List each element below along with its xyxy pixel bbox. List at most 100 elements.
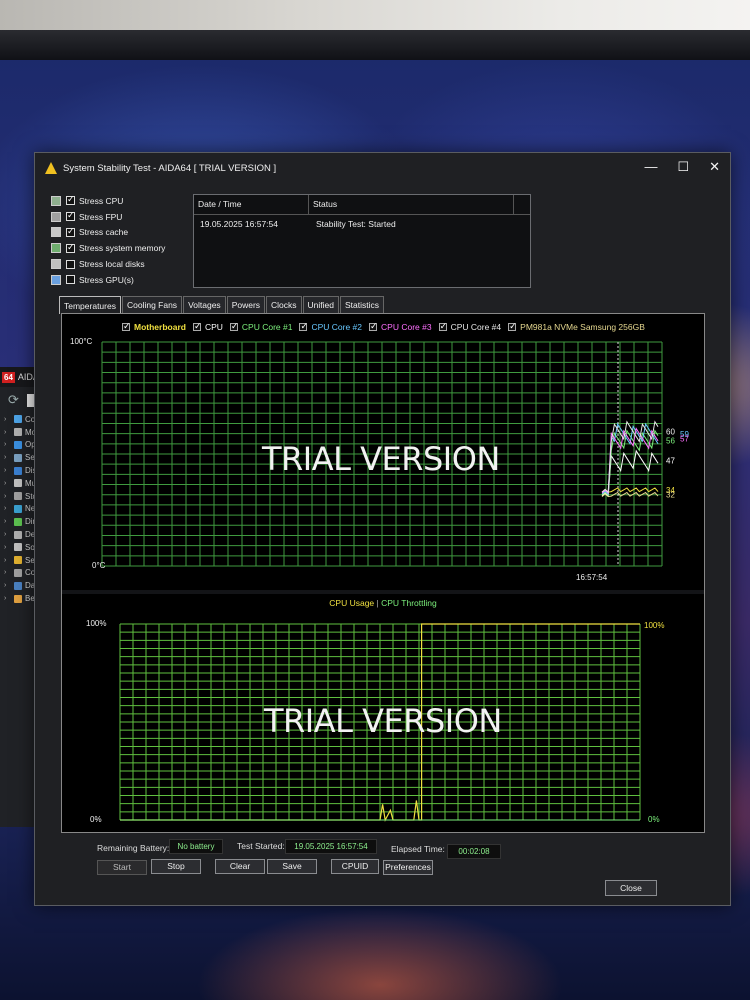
aida64-logo: 64: [2, 371, 15, 383]
temp-value-label: 57: [680, 434, 689, 443]
cpuid-button[interactable]: CPUID: [331, 859, 379, 874]
chevron-right-icon[interactable]: ›: [4, 595, 14, 602]
tab-clocks[interactable]: Clocks: [266, 296, 302, 314]
log-row: 19.05.2025 16:57:54 Stability Test: Star…: [194, 215, 530, 233]
stress-checkbox[interactable]: [66, 210, 75, 222]
tree-item-icon: [14, 466, 22, 475]
graph-panel: MotherboardCPUCPU Core #1CPU Core #2CPU …: [61, 313, 705, 833]
tree-item-icon: [14, 504, 22, 513]
status-bar: Remaining Battery: No battery Test Start…: [97, 839, 697, 859]
log-col-status[interactable]: Status: [309, 195, 514, 214]
tree-item-icon: [14, 479, 22, 488]
chevron-right-icon[interactable]: ›: [4, 429, 14, 436]
tab-unified[interactable]: Unified: [302, 296, 340, 314]
clear-button[interactable]: Clear: [215, 859, 265, 874]
chevron-right-icon[interactable]: ›: [4, 441, 14, 448]
tree-item-icon: [14, 568, 22, 577]
battery-value: No battery: [169, 839, 223, 854]
chevron-right-icon[interactable]: ›: [4, 493, 14, 500]
tree-item-icon: [14, 428, 22, 437]
test-started-label: Test Started:: [237, 841, 285, 851]
trial-watermark-cpu: TRIAL VERSION: [264, 702, 502, 740]
tab-voltages[interactable]: Voltages: [183, 296, 226, 314]
stress-options: Stress CPU Stress FPU Stress cache Stress s…: [51, 193, 165, 288]
chevron-right-icon[interactable]: ›: [4, 518, 14, 525]
tab-powers[interactable]: Powers: [226, 296, 266, 314]
tree-item-icon: [14, 415, 22, 424]
chevron-right-icon[interactable]: ›: [4, 505, 14, 512]
stress-checkbox[interactable]: [66, 242, 75, 253]
stress-checkbox[interactable]: [66, 226, 75, 237]
temp-series-line: [601, 487, 659, 493]
stress-option-label: Stress FPU: [79, 211, 123, 222]
chevron-right-icon[interactable]: ›: [4, 582, 14, 589]
stop-button[interactable]: Stop: [151, 859, 201, 874]
stress-checkbox[interactable]: [66, 259, 75, 269]
tab-statistics[interactable]: Statistics: [340, 296, 385, 314]
tree-item-icon: [14, 492, 22, 501]
preferences-button[interactable]: Preferences: [383, 860, 433, 875]
temp-value-label: 47: [666, 457, 675, 466]
cpu-usage-chart: CPU Usage | CPU Throttling 100% 0% 100% 0% …: [62, 594, 704, 832]
close-button[interactable]: Close: [605, 880, 657, 896]
tab-temperatures[interactable]: Temperatures: [59, 296, 121, 314]
chevron-right-icon[interactable]: ›: [4, 557, 14, 564]
disk-icon: [51, 259, 61, 270]
start-button[interactable]: Start: [97, 860, 147, 875]
stress-option-label: Stress local disks: [79, 259, 145, 270]
fpu-icon: [51, 211, 61, 222]
maximize-button[interactable]: ☐: [677, 159, 689, 175]
log-col-datetime[interactable]: Date / Time: [194, 195, 309, 214]
stress-option[interactable]: Stress local disks: [51, 256, 165, 272]
temp-series-line: [601, 420, 659, 494]
save-button[interactable]: Save: [267, 859, 317, 874]
chevron-right-icon[interactable]: ›: [4, 480, 14, 487]
chevron-right-icon[interactable]: ›: [4, 531, 14, 538]
close-window-button[interactable]: ✕: [709, 159, 720, 175]
elapsed-time-value: 00:02:08: [447, 844, 501, 859]
log-header: Date / Time Status: [194, 195, 530, 215]
cpu-axis-min: 0%: [90, 815, 102, 824]
tab-bar: Temperatures Cooling Fans Voltages Powers Cl…: [59, 296, 385, 314]
chevron-right-icon[interactable]: ›: [4, 544, 14, 551]
monitor-bezel: [0, 30, 750, 60]
tree-item-icon: [14, 594, 22, 603]
cpu-icon: [51, 195, 61, 206]
tree-item-icon: [14, 556, 22, 565]
temp-axis-min: 0°C: [92, 561, 106, 570]
temp-time-tick: 16:57:54: [576, 573, 608, 582]
temp-value-label: 60: [666, 428, 675, 437]
stress-checkbox[interactable]: [66, 275, 75, 285]
tree-item-icon: [14, 581, 22, 590]
elapsed-time-label: Elapsed Time:: [391, 844, 445, 854]
stability-test-window: System Stability Test - AIDA64 [ TRIAL V…: [34, 152, 731, 906]
stress-option-label: Stress GPU(s): [79, 274, 134, 285]
stress-option[interactable]: Stress GPU(s): [51, 272, 165, 288]
stress-option[interactable]: Stress cache: [51, 225, 165, 241]
chevron-right-icon[interactable]: ›: [4, 416, 14, 423]
minimize-button[interactable]: —: [644, 159, 657, 175]
tree-item-icon: [14, 530, 22, 539]
chevron-right-icon[interactable]: ›: [4, 467, 14, 474]
window-titlebar[interactable]: System Stability Test - AIDA64 [ TRIAL V…: [35, 153, 730, 183]
stress-checkbox[interactable]: [66, 194, 75, 206]
window-title: System Stability Test - AIDA64 [ TRIAL V…: [63, 162, 277, 174]
cpu-throttling-value: 0%: [648, 815, 660, 824]
temp-axis-max: 100°C: [70, 337, 93, 346]
stress-option[interactable]: Stress system memory: [51, 240, 165, 256]
stress-option[interactable]: Stress FPU: [51, 209, 165, 225]
status-log: Date / Time Status 19.05.2025 16:57:54 S…: [193, 194, 531, 288]
tree-item-icon: [14, 543, 22, 552]
chevron-right-icon[interactable]: ›: [4, 454, 14, 461]
refresh-icon[interactable]: ⟳: [8, 392, 19, 408]
chevron-right-icon[interactable]: ›: [4, 569, 14, 576]
temperature-chart: MotherboardCPUCPU Core #1CPU Core #2CPU …: [62, 314, 704, 590]
cpu-usage-value: 100%: [644, 621, 664, 630]
tab-cooling-fans[interactable]: Cooling Fans: [121, 296, 183, 314]
action-buttons: Start Stop Clear Save CPUID Preferences: [97, 859, 697, 875]
stress-option[interactable]: Stress CPU: [51, 193, 165, 209]
temp-value-label: 32: [666, 490, 675, 499]
cache-icon: [51, 227, 61, 238]
stress-option-label: Stress cache: [79, 227, 129, 238]
temp-value-label: 56: [666, 437, 675, 446]
